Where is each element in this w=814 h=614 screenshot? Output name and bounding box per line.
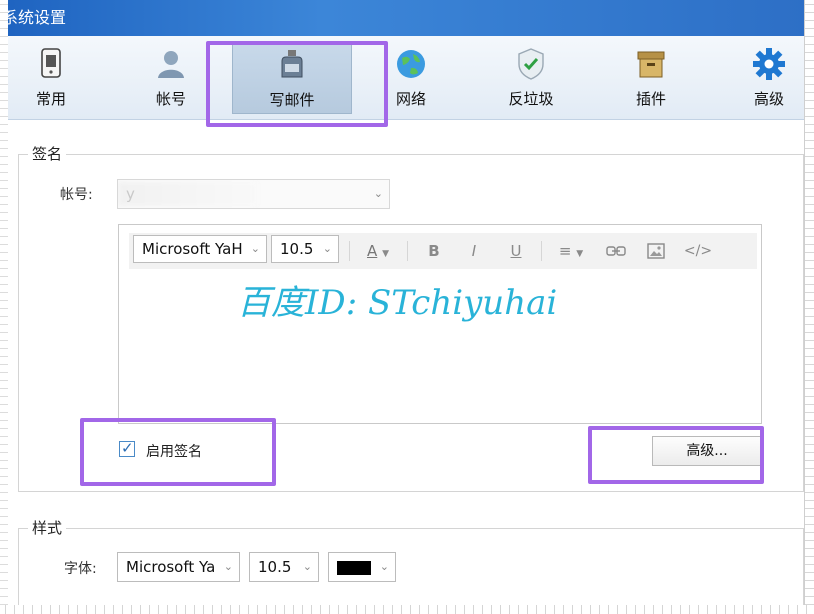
chevron-down-icon: ⌄ — [223, 560, 233, 573]
caret-down-icon: ▼ — [382, 249, 389, 259]
enable-signature-label: 启用签名 — [146, 444, 202, 460]
color-swatch — [337, 561, 371, 575]
tab-plugins[interactable]: 插件 — [596, 42, 706, 114]
account-blur — [118, 182, 258, 206]
style-font-select[interactable]: Microsoft Ya ⌄ — [117, 552, 240, 582]
chevron-down-icon: ⌄ — [373, 187, 383, 200]
window-title: 系统设置 — [0, 0, 806, 36]
torn-edge-bottom — [0, 605, 814, 614]
source-code-button[interactable]: </> — [683, 239, 713, 263]
bold-icon: B — [428, 242, 440, 260]
tab-advanced[interactable]: 高级 — [714, 42, 814, 114]
account-select[interactable]: y ⌄ — [117, 179, 390, 209]
tab-general-label: 常用 — [35, 90, 66, 108]
account-value: y — [126, 185, 135, 203]
tab-plugins-label: 插件 — [635, 90, 666, 108]
chevron-down-icon: ⌄ — [379, 560, 389, 573]
divider — [407, 241, 408, 261]
underline-icon: U — [510, 242, 522, 260]
chevron-down-icon: ⌄ — [250, 242, 260, 255]
phone-icon — [41, 48, 61, 78]
settings-toolbar: 常用 帐号 写邮件 网络 反垃圾 插件 高级 — [8, 36, 806, 120]
tab-general[interactable]: 常用 — [0, 42, 106, 114]
chevron-down-icon: ⌄ — [322, 242, 332, 255]
tab-account[interactable]: 帐号 — [116, 42, 226, 114]
link-button[interactable] — [603, 239, 629, 263]
torn-edge-left — [0, 0, 8, 614]
image-button[interactable] — [643, 239, 669, 263]
align-button[interactable]: ≡ ▼ — [553, 239, 589, 263]
enable-signature-checkbox[interactable] — [119, 439, 135, 457]
signature-editor[interactable]: Microsoft YaH ⌄ 10.5 ⌄ A ▼ B I U ≡ ▼ </>… — [118, 224, 762, 424]
tab-account-label: 帐号 — [155, 90, 186, 108]
settings-window: 系统设置 常用 帐号 写邮件 网络 反垃圾 插件 高级 签名 帐号: y ⌄ M… — [0, 0, 814, 614]
ink-bottle-icon — [281, 50, 303, 78]
underline-button[interactable]: U — [505, 239, 527, 263]
tab-network[interactable]: 网络 — [356, 42, 466, 114]
style-font-label: 字体: — [64, 561, 97, 577]
tab-compose-label: 写邮件 — [269, 91, 315, 109]
globe-icon — [397, 50, 425, 78]
align-icon: ≡ — [558, 242, 572, 260]
editor-font-value: Microsoft YaH — [142, 240, 243, 258]
tab-network-label: 网络 — [395, 90, 426, 108]
code-icon: </> — [683, 243, 713, 259]
style-color-select[interactable]: ⌄ — [328, 552, 396, 582]
shield-icon — [518, 48, 544, 80]
tab-compose[interactable]: 写邮件 — [232, 42, 352, 114]
account-label: 帐号: — [60, 187, 93, 203]
user-icon — [158, 51, 184, 78]
font-color-icon: A — [367, 242, 378, 260]
editor-toolbar: Microsoft YaH ⌄ 10.5 ⌄ A ▼ B I U ≡ ▼ </> — [129, 233, 757, 269]
signature-legend: 签名 — [28, 143, 67, 164]
italic-button[interactable]: I — [463, 239, 485, 263]
signature-content[interactable]: 百度ID: STchiyuhai — [237, 275, 557, 324]
tab-antispam[interactable]: 反垃圾 — [476, 42, 586, 114]
gear-icon — [753, 48, 785, 80]
image-icon — [647, 243, 665, 259]
style-size-value: 10.5 — [258, 558, 292, 576]
style-font-value: Microsoft Ya — [126, 558, 216, 576]
link-icon — [606, 246, 626, 256]
editor-size-value: 10.5 — [280, 240, 314, 258]
bold-button[interactable]: B — [423, 239, 445, 263]
editor-font-select[interactable]: Microsoft YaH ⌄ — [133, 235, 267, 263]
caret-down-icon: ▼ — [576, 249, 584, 259]
advanced-button[interactable]: 高级... — [652, 436, 762, 466]
chevron-down-icon: ⌄ — [302, 560, 312, 573]
divider — [349, 241, 350, 261]
italic-icon: I — [471, 242, 477, 260]
box-icon — [637, 51, 665, 78]
style-legend: 样式 — [28, 517, 67, 538]
style-size-select[interactable]: 10.5 ⌄ — [249, 552, 319, 582]
tab-antispam-label: 反垃圾 — [508, 90, 554, 108]
tab-advanced-label: 高级 — [753, 90, 784, 108]
divider — [541, 241, 542, 261]
torn-edge-right — [804, 0, 814, 614]
editor-size-select[interactable]: 10.5 ⌄ — [271, 235, 339, 263]
font-color-button[interactable]: A ▼ — [361, 239, 395, 263]
